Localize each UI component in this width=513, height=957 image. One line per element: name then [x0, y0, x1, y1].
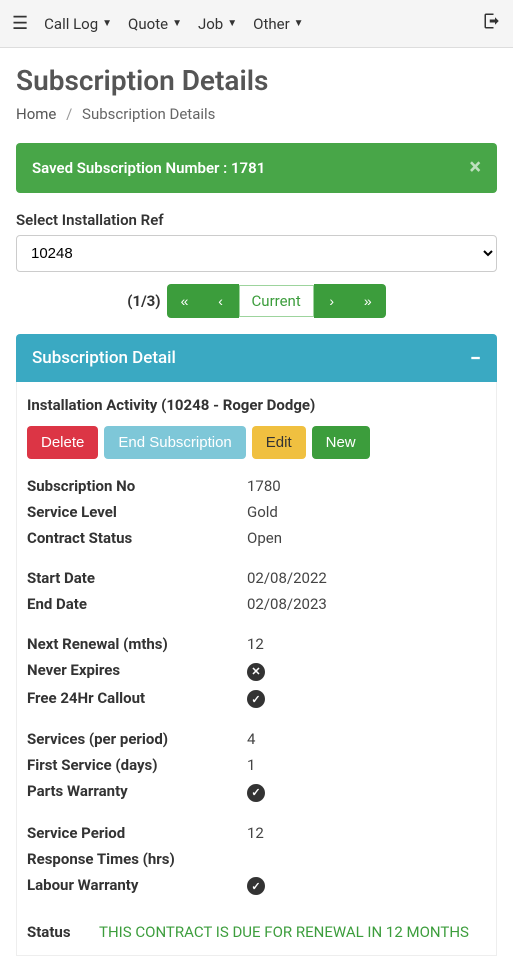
parts-warranty-icon: ✓ [247, 782, 486, 802]
never-expires-icon: ✕ [247, 661, 486, 681]
field-value: 4 [247, 730, 486, 748]
field-label: Next Renewal (mths) [27, 635, 247, 653]
field-value: 1 [247, 756, 486, 774]
breadcrumb-home[interactable]: Home [16, 105, 56, 123]
pager-first-button[interactable]: « [167, 284, 203, 318]
pager-current: Current [239, 285, 314, 317]
installation-ref-label: Select Installation Ref [16, 211, 497, 229]
field-value: 12 [247, 635, 486, 653]
new-button[interactable]: New [312, 426, 370, 459]
field-label: Subscription No [27, 477, 247, 495]
field-label: Start Date [27, 569, 247, 587]
field-value: Gold [247, 503, 486, 521]
field-label: Service Period [27, 824, 247, 842]
caret-down-icon: ▼ [172, 18, 182, 29]
breadcrumb-separator: / [66, 105, 72, 123]
collapse-icon[interactable]: − [470, 346, 481, 370]
pager: (1/3) « ‹ Current › » [16, 284, 497, 318]
edit-button[interactable]: Edit [252, 426, 306, 459]
nav-job[interactable]: Job▼ [198, 15, 237, 33]
delete-button[interactable]: Delete [27, 426, 98, 459]
field-label: Services (per period) [27, 730, 247, 748]
end-subscription-button[interactable]: End Subscription [104, 426, 245, 459]
close-icon[interactable]: × [469, 157, 481, 179]
field-value: 12 [247, 824, 486, 842]
nav-call-log[interactable]: Call Log▼ [44, 15, 112, 33]
nav-quote[interactable]: Quote▼ [128, 15, 182, 33]
pager-next-button[interactable]: › [314, 284, 350, 318]
logout-icon[interactable] [483, 12, 501, 35]
caret-down-icon: ▼ [294, 18, 304, 29]
field-label: End Date [27, 595, 247, 613]
installation-ref-select[interactable]: 10248 [16, 235, 497, 272]
alert-text: Saved Subscription Number : 1781 [32, 159, 265, 177]
field-value [247, 850, 486, 868]
status-label: Status [27, 923, 99, 941]
caret-down-icon: ▼ [102, 18, 112, 29]
field-label: Service Level [27, 503, 247, 521]
field-label: Free 24Hr Callout [27, 689, 247, 709]
caret-down-icon: ▼ [227, 18, 237, 29]
page-title: Subscription Details [16, 64, 497, 97]
field-label: First Service (days) [27, 756, 247, 774]
status-text: THIS CONTRACT IS DUE FOR RENEWAL IN 12 M… [99, 923, 469, 941]
navbar: ☰ Call Log▼ Quote▼ Job▼ Other▼ [0, 0, 513, 48]
field-label: Parts Warranty [27, 782, 247, 802]
activity-title: Installation Activity (10248 - Roger Dod… [27, 396, 486, 414]
field-value: 02/08/2022 [247, 569, 486, 587]
field-label: Labour Warranty [27, 876, 247, 896]
labour-warranty-icon: ✓ [247, 876, 486, 896]
panel-body: Installation Activity (10248 - Roger Dod… [16, 382, 497, 956]
menu-icon[interactable]: ☰ [12, 13, 28, 34]
field-label: Response Times (hrs) [27, 850, 247, 868]
field-value: 1780 [247, 477, 486, 495]
field-label: Contract Status [27, 529, 247, 547]
success-alert: Saved Subscription Number : 1781 × [16, 143, 497, 193]
pager-prev-button[interactable]: ‹ [203, 284, 239, 318]
field-value: 02/08/2023 [247, 595, 486, 613]
breadcrumb-current: Subscription Details [82, 105, 215, 123]
breadcrumb: Home / Subscription Details [16, 105, 497, 123]
nav-other[interactable]: Other▼ [253, 15, 303, 33]
panel-header[interactable]: Subscription Detail − [16, 334, 497, 382]
pager-last-button[interactable]: » [350, 284, 386, 318]
pager-count: (1/3) [127, 292, 160, 310]
free-callout-icon: ✓ [247, 689, 486, 709]
panel-title: Subscription Detail [32, 348, 176, 368]
field-label: Never Expires [27, 661, 247, 681]
field-value: Open [247, 529, 486, 547]
